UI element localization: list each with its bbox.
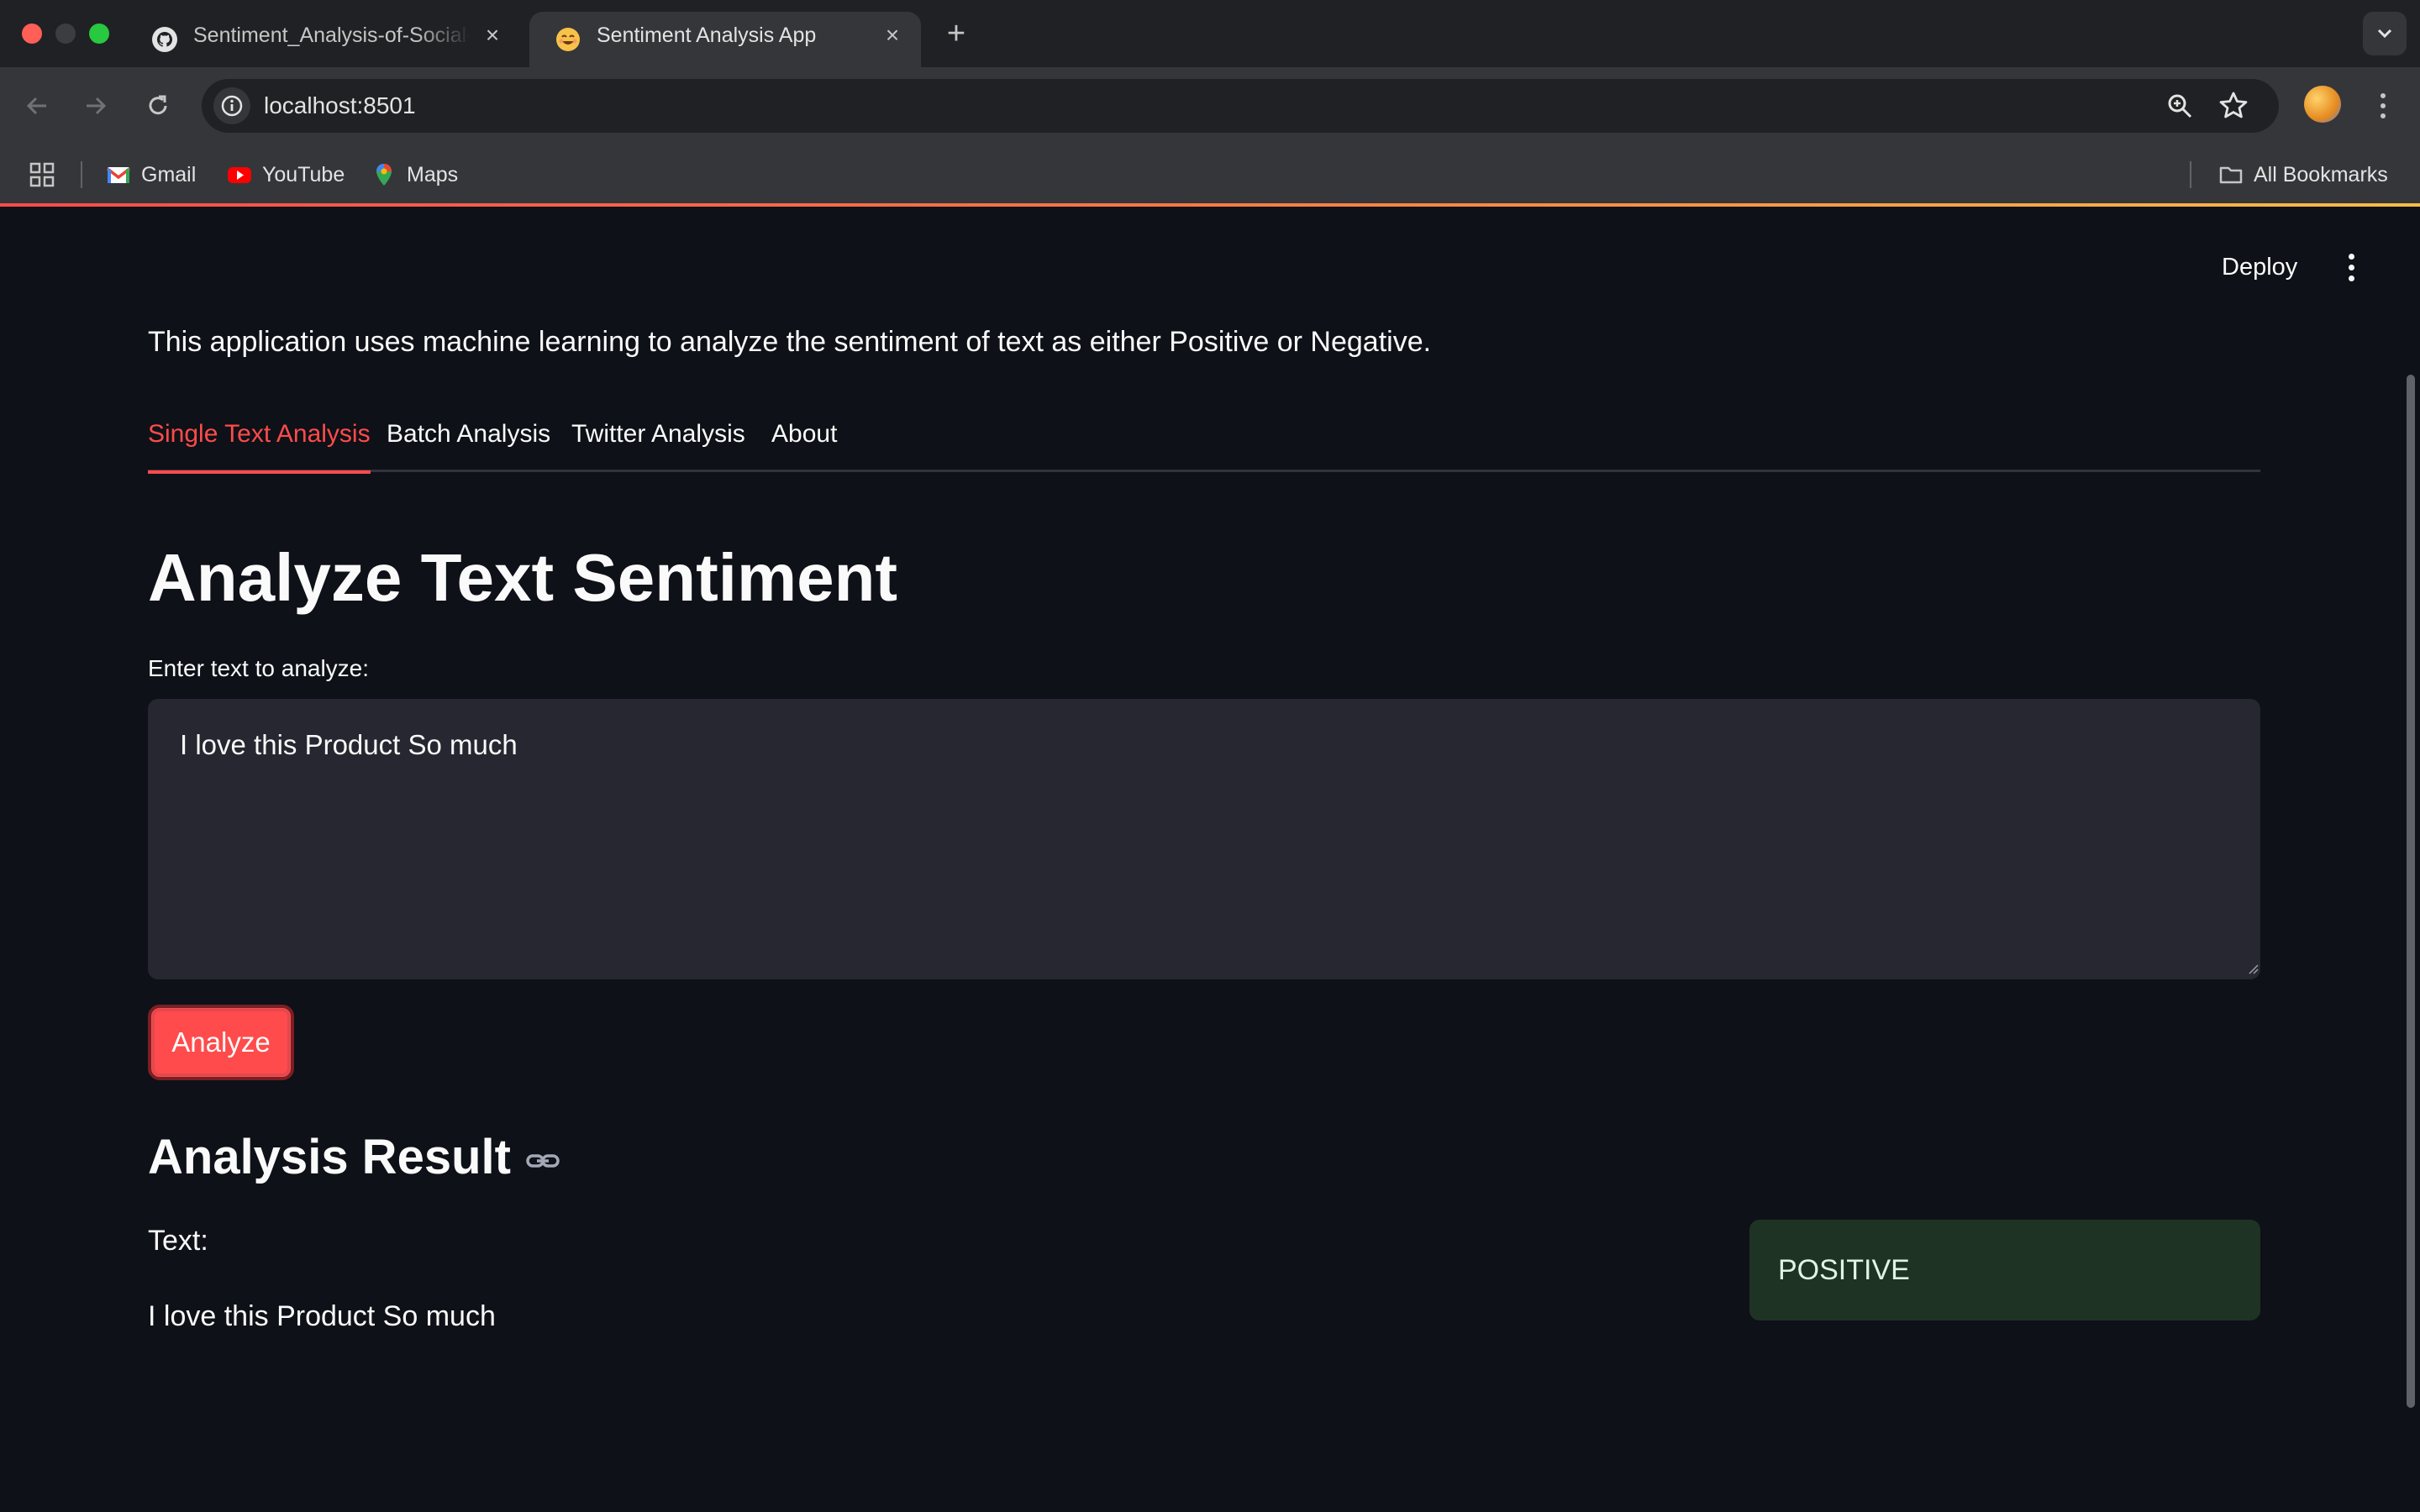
bookmark-label: Maps xyxy=(407,163,459,186)
browser-toolbar: localhost:8501 xyxy=(0,67,2420,144)
window-minimize-button[interactable] xyxy=(55,24,76,44)
site-info-button[interactable] xyxy=(213,87,250,124)
bookmark-youtube[interactable]: YouTube xyxy=(227,144,345,205)
reload-button[interactable] xyxy=(136,84,180,128)
page-scrollbar[interactable] xyxy=(2407,375,2415,1408)
text-input-label: Enter text to analyze: xyxy=(148,655,370,681)
window-close-button[interactable] xyxy=(22,24,42,44)
browser-tab-sentiment-app[interactable]: Sentiment Analysis App × xyxy=(529,12,921,67)
github-icon xyxy=(152,27,177,52)
folder-icon xyxy=(2219,166,2243,184)
page-title: Analyze Text Sentiment xyxy=(148,540,898,615)
tab-twitter-analysis[interactable]: Twitter Analysis xyxy=(571,413,745,472)
result-text-label: Text: xyxy=(148,1225,208,1257)
reload-icon xyxy=(149,95,167,115)
deploy-button[interactable]: Deploy xyxy=(2205,249,2314,286)
tab-title: Sentiment_Analysis-of-Social-Media xyxy=(193,24,471,47)
bookmark-gmail[interactable]: Gmail xyxy=(106,144,196,205)
maps-icon xyxy=(376,164,392,186)
arrow-left-icon xyxy=(26,97,46,115)
zoom-icon[interactable] xyxy=(2165,91,2195,121)
all-bookmarks-button[interactable]: All Bookmarks xyxy=(2218,144,2388,205)
info-icon xyxy=(221,95,243,117)
bookmark-star-icon[interactable] xyxy=(2217,89,2250,123)
bookmarks-bar: Gmail YouTube Maps All Bookmarks xyxy=(0,144,2420,205)
tab-batch-analysis[interactable]: Batch Analysis xyxy=(387,413,550,472)
main-menu-icon[interactable] xyxy=(2333,247,2370,287)
arrow-right-icon xyxy=(87,97,107,115)
result-text-value: I love this Product So much xyxy=(148,1300,496,1332)
tab-search-button[interactable] xyxy=(2363,12,2407,55)
gmail-icon xyxy=(106,167,131,183)
smiley-icon xyxy=(556,28,580,51)
app-description: This application uses machine learning t… xyxy=(148,326,1432,358)
profile-avatar[interactable] xyxy=(2304,86,2341,123)
apps-grid-icon xyxy=(29,162,55,187)
bookmark-label: YouTube xyxy=(262,163,345,186)
result-heading: Analysis Result xyxy=(148,1129,561,1185)
address-bar[interactable]: localhost:8501 xyxy=(202,79,2279,133)
sentiment-result-badge: POSITIVE xyxy=(1749,1220,2260,1320)
resize-handle-icon[interactable] xyxy=(2247,963,2259,974)
chevron-down-icon xyxy=(2377,29,2392,39)
forward-button[interactable] xyxy=(74,84,118,128)
bookmark-maps[interactable]: Maps xyxy=(371,144,458,205)
browser-menu-icon[interactable] xyxy=(2368,86,2398,126)
apps-button[interactable] xyxy=(29,144,55,205)
app-viewport: Deploy This application uses machine lea… xyxy=(0,207,2420,1512)
bookmark-divider xyxy=(2190,161,2191,188)
text-input[interactable] xyxy=(148,699,2260,979)
analyze-button[interactable]: Analyze xyxy=(148,1005,294,1080)
browser-tab-github[interactable]: Sentiment_Analysis-of-Social-Media × xyxy=(126,12,528,67)
result-heading-text: Analysis Result xyxy=(148,1130,511,1184)
url-text: localhost:8501 xyxy=(264,92,416,118)
all-bookmarks-label: All Bookmarks xyxy=(2254,163,2388,186)
back-button[interactable] xyxy=(15,84,59,128)
new-tab-button[interactable]: + xyxy=(939,17,973,50)
browser-tabstrip: Sentiment_Analysis-of-Social-Media × Sen… xyxy=(0,0,2420,67)
sentiment-label: POSITIVE xyxy=(1778,1254,1910,1286)
tab-title: Sentiment Analysis App xyxy=(597,24,817,47)
tab-about[interactable]: About xyxy=(771,413,837,472)
anchor-link-icon[interactable] xyxy=(524,1142,561,1179)
close-tab-icon[interactable]: × xyxy=(881,24,904,47)
analysis-tabs: Single Text Analysis Batch Analysis Twit… xyxy=(148,413,2260,474)
tab-single-text-analysis[interactable]: Single Text Analysis xyxy=(148,413,371,474)
bookmark-divider xyxy=(81,161,82,188)
window-maximize-button[interactable] xyxy=(89,24,109,44)
youtube-icon xyxy=(228,167,251,183)
bookmark-label: Gmail xyxy=(141,163,197,186)
close-tab-icon[interactable]: × xyxy=(481,24,504,47)
